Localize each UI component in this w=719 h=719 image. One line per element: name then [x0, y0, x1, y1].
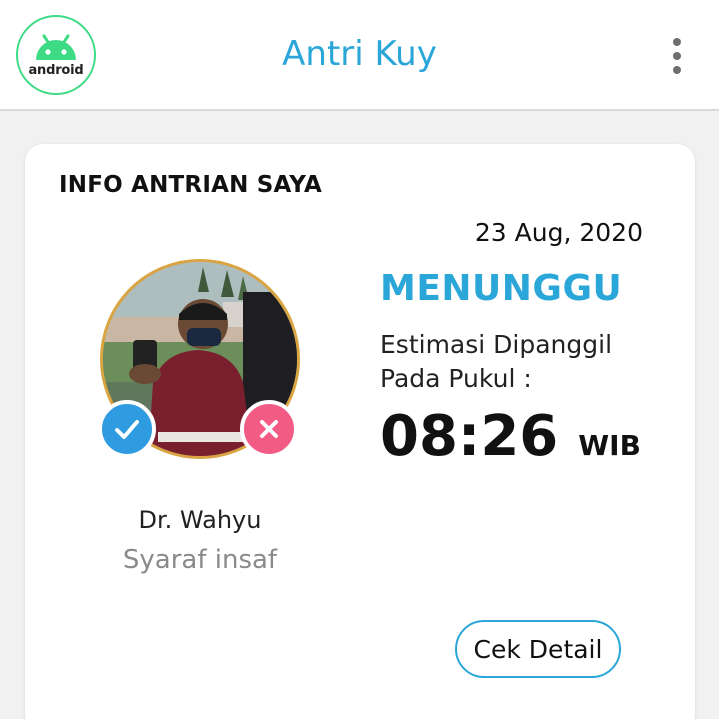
check-icon — [115, 420, 139, 439]
queue-status: MENUNGGU — [380, 268, 623, 309]
menu-dot — [673, 38, 681, 46]
queue-info-card: INFO ANTRIAN SAYA 23 Aug, 2020 Dr. Wahyu… — [25, 144, 695, 719]
card-title: INFO ANTRIAN SAYA — [59, 172, 322, 198]
menu-dot — [673, 66, 681, 74]
app-bar: android Antri Kuy — [0, 0, 719, 111]
menu-dot — [673, 52, 681, 60]
doctor-name: Dr. Wahyu — [138, 506, 262, 534]
reject-button[interactable] — [240, 400, 298, 458]
close-icon — [260, 420, 278, 438]
check-detail-button[interactable]: Cek Detail — [455, 620, 621, 678]
estimate-line-1: Estimasi Dipanggil — [380, 330, 613, 359]
estimate-label: Estimasi Dipanggil Pada Pukul : — [380, 328, 670, 396]
more-vert-icon[interactable] — [662, 36, 692, 76]
accept-button[interactable] — [98, 400, 156, 458]
time-value: 08:26 — [380, 404, 559, 469]
timezone-label: WIB — [578, 429, 641, 462]
estimated-time: 08:26 WIB — [380, 404, 641, 469]
queue-date: 23 Aug, 2020 — [474, 218, 643, 247]
app-title: Antri Kuy — [282, 34, 437, 74]
estimate-line-2: Pada Pukul : — [380, 364, 532, 393]
patient-name: Syaraf insaf — [122, 545, 278, 575]
